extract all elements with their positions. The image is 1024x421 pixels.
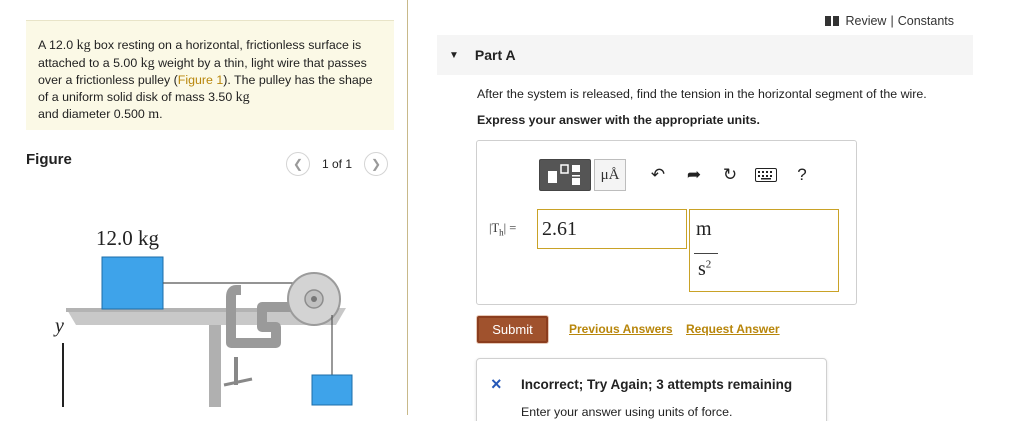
answer-row: |Th| = 2.61: [489, 209, 687, 249]
unit-kg: kg: [76, 38, 91, 53]
table-leg: [209, 325, 221, 407]
unit-fraction-bar: [694, 253, 718, 254]
undo-icon[interactable]: ↶: [640, 159, 676, 191]
math-toolbar: μÅ ↶ ➦ ↻ ?: [539, 159, 820, 191]
answer-box: μÅ ↶ ➦ ↻ ? |Th| = 2.61 m s2: [476, 140, 857, 305]
problem-statement: A 12.0 kg box resting on a horizontal, f…: [26, 20, 394, 130]
problem-text: A 12.0: [38, 38, 77, 52]
help-button[interactable]: ?: [784, 159, 820, 191]
constants-link[interactable]: Constants: [898, 14, 954, 28]
top-links: Review | Constants: [825, 14, 954, 28]
templates-button[interactable]: [539, 159, 591, 191]
templates-icon: [548, 164, 580, 185]
unit-denominator: s2: [698, 258, 712, 280]
variable-label: |Th| =: [489, 220, 517, 238]
figure-pager: ❮ 1 of 1 ❯: [286, 152, 389, 176]
unit-kg: kg: [235, 89, 250, 105]
box-12kg: [101, 256, 164, 310]
problem-text: and diameter 0.500: [38, 107, 149, 121]
figure-title: Figure: [26, 151, 72, 168]
incorrect-icon: ×: [491, 374, 502, 394]
y-axis-label: y: [53, 315, 64, 337]
submit-button[interactable]: Submit: [477, 316, 548, 343]
unit-kg: kg: [140, 55, 155, 71]
keyboard-icon[interactable]: [748, 159, 784, 191]
hanging-weight: [311, 374, 353, 406]
topbar-separator: |: [890, 14, 894, 28]
figure-illustration: 12.0 kg y: [53, 226, 353, 407]
pulley-axle: [311, 296, 317, 302]
book-icon: [825, 16, 840, 26]
value-input[interactable]: 2.61: [537, 209, 687, 249]
review-link[interactable]: Review: [845, 14, 886, 28]
figure-link[interactable]: Figure 1: [178, 73, 223, 87]
keyboard-glyph: [755, 168, 777, 182]
chevron-left-icon[interactable]: ❮: [286, 152, 310, 176]
feedback-hint: Enter your answer using units of force.: [521, 405, 733, 419]
collapse-triangle-icon[interactable]: ▼: [449, 50, 459, 61]
page-count: 1 of 1: [322, 157, 353, 171]
question-text: After the system is released, find the t…: [477, 87, 927, 101]
unit-input[interactable]: m s2: [689, 209, 839, 292]
request-answer-link[interactable]: Request Answer: [686, 322, 780, 336]
units-button[interactable]: μÅ: [594, 159, 626, 191]
instructions-text: Express your answer with the appropriate…: [477, 113, 760, 127]
column-divider: [407, 0, 408, 415]
previous-answers-link[interactable]: Previous Answers: [569, 322, 673, 336]
problem-text: .: [159, 107, 163, 121]
part-header[interactable]: ▼ Part A: [437, 35, 973, 75]
redo-icon[interactable]: ➦: [676, 159, 712, 191]
unit-numerator: m: [696, 218, 712, 240]
box-mass-label: 12.0 kg: [96, 226, 160, 250]
reset-icon[interactable]: ↻: [712, 159, 748, 191]
chevron-right-icon[interactable]: ❯: [364, 152, 389, 176]
unit-m: m: [148, 107, 160, 122]
feedback-panel: × Incorrect; Try Again; 3 attempts remai…: [476, 358, 827, 421]
part-title: Part A: [474, 47, 516, 63]
feedback-message: Incorrect; Try Again; 3 attempts remaini…: [521, 377, 793, 392]
